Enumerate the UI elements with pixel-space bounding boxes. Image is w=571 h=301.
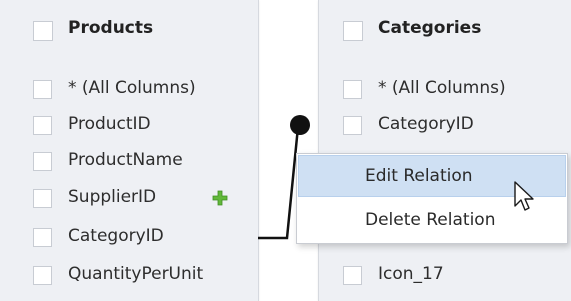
- column-label: ProductID: [68, 114, 151, 134]
- query-designer-canvas: Products * (All Columns) ProductID Produ…: [0, 0, 571, 301]
- column-checkbox[interactable]: [343, 116, 362, 135]
- column-label: ProductName: [68, 150, 183, 170]
- menu-item-label: Edit Relation: [365, 166, 473, 186]
- categories-column-icon17[interactable]: Icon_17: [319, 257, 571, 293]
- products-table[interactable]: Products * (All Columns) ProductID Produ…: [0, 0, 259, 301]
- categories-table-title: Categories: [378, 18, 482, 38]
- column-checkbox[interactable]: [33, 228, 52, 247]
- column-checkbox[interactable]: [343, 80, 362, 99]
- column-checkbox[interactable]: [33, 80, 52, 99]
- products-table-title: Products: [68, 18, 154, 38]
- categories-select-checkbox[interactable]: [343, 21, 363, 41]
- column-label: Icon_17: [378, 264, 444, 284]
- products-column-quantityperunit[interactable]: QuantityPerUnit: [0, 257, 258, 293]
- column-label: CategoryID: [68, 226, 164, 246]
- products-column-supplierid[interactable]: SupplierID: [0, 180, 258, 216]
- products-column-all[interactable]: * (All Columns): [0, 71, 258, 107]
- column-checkbox[interactable]: [33, 116, 52, 135]
- column-label: * (All Columns): [378, 78, 506, 98]
- products-table-header[interactable]: Products: [0, 0, 258, 54]
- categories-column-categoryid[interactable]: CategoryID: [319, 107, 571, 143]
- column-label: SupplierID: [68, 187, 157, 207]
- products-column-categoryid[interactable]: CategoryID: [0, 219, 258, 255]
- column-label: * (All Columns): [68, 78, 196, 98]
- column-checkbox[interactable]: [33, 266, 52, 285]
- column-label: CategoryID: [378, 114, 474, 134]
- categories-column-all[interactable]: * (All Columns): [319, 71, 571, 107]
- categories-table-header[interactable]: Categories: [319, 0, 571, 54]
- arrow-pointer-icon: [514, 181, 534, 211]
- products-column-productname[interactable]: ProductName: [0, 143, 258, 179]
- column-checkbox[interactable]: [343, 266, 362, 285]
- products-column-productid[interactable]: ProductID: [0, 107, 258, 143]
- column-label: QuantityPerUnit: [68, 264, 204, 284]
- plus-icon[interactable]: [212, 190, 228, 206]
- column-checkbox[interactable]: [33, 189, 52, 208]
- products-select-checkbox[interactable]: [33, 21, 53, 41]
- categories-table[interactable]: Categories * (All Columns) CategoryID Ic…: [318, 0, 571, 301]
- column-checkbox[interactable]: [33, 152, 52, 171]
- menu-item-label: Delete Relation: [365, 210, 496, 230]
